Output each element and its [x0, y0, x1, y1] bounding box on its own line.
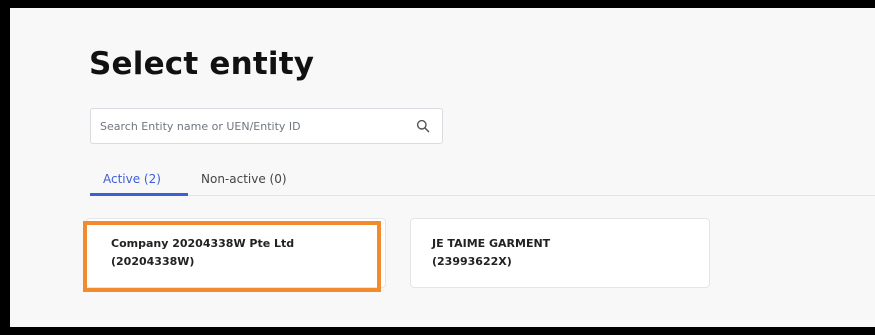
tab-non-active[interactable]: Non-active (0)	[201, 172, 287, 186]
entity-card[interactable]: Company 20204338W Pte Ltd (20204338W)	[86, 218, 386, 288]
entity-name: JE TAIME GARMENT	[432, 237, 551, 250]
entity-id: (20204338W)	[111, 255, 195, 268]
search-input[interactable]	[100, 109, 400, 143]
entity-id: (23993622X)	[432, 255, 512, 268]
entity-name: Company 20204338W Pte Ltd	[111, 237, 295, 250]
page-title: Select entity	[89, 46, 315, 82]
entity-card[interactable]: JE TAIME GARMENT (23993622X)	[410, 218, 710, 288]
search-box	[90, 108, 443, 144]
select-entity-page: Select entity Active (2) Non-active (0) …	[10, 8, 875, 327]
search-icon[interactable]	[416, 119, 430, 133]
tab-active[interactable]: Active (2)	[103, 172, 161, 186]
tabs-divider	[90, 195, 875, 196]
active-tab-indicator	[90, 193, 188, 196]
